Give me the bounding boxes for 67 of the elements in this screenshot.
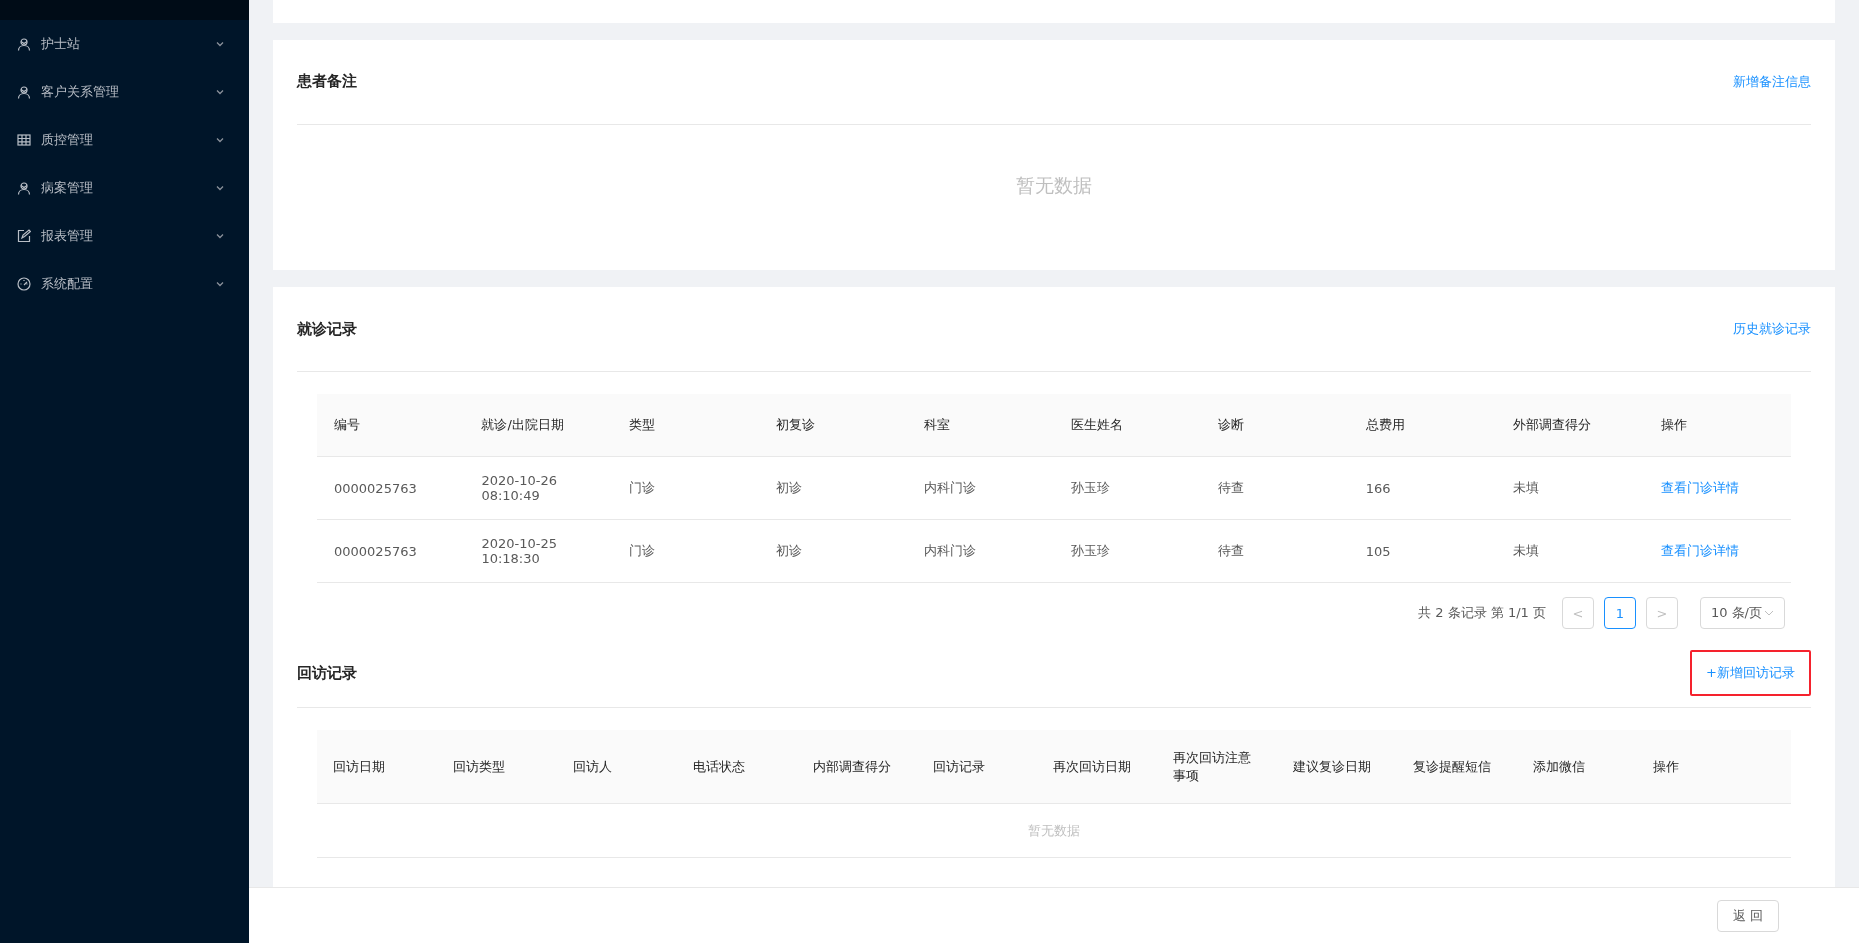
column-header: 总费用 — [1348, 394, 1497, 457]
column-header: 初复诊 — [759, 394, 907, 457]
table-cell: 初诊 — [759, 519, 907, 583]
column-header: 回访记录 — [917, 730, 1037, 804]
sidebar-item[interactable]: 报表管理 — [0, 212, 249, 260]
people-icon — [17, 85, 31, 99]
table-cell: 孙玉珍 — [1053, 519, 1202, 583]
table-cell: 未填 — [1496, 456, 1644, 520]
column-header: 回访人 — [557, 730, 677, 804]
pagination-summary: 共 2 条记录 第 1/1 页 — [1418, 604, 1546, 622]
sidebar-item[interactable]: 病案管理 — [0, 164, 249, 212]
empty-message: 暂无数据 — [317, 803, 1791, 858]
table-cell: 166 — [1348, 456, 1497, 520]
sidebar-item[interactable]: 护士站 — [0, 20, 249, 68]
edit-icon — [17, 229, 31, 243]
table-icon — [17, 133, 31, 147]
chevron-down-icon — [215, 183, 225, 193]
table-cell: 门诊 — [611, 456, 760, 520]
column-header: 操作 — [1637, 730, 1791, 804]
gauge-icon — [17, 277, 31, 291]
table-cell: 初诊 — [759, 456, 907, 520]
chevron-down-icon — [215, 39, 225, 49]
chevron-down-icon — [215, 135, 225, 145]
table-cell: 待查 — [1201, 456, 1349, 520]
column-header: 回访类型 — [437, 730, 557, 804]
table-cell: 0000025763 — [317, 456, 465, 520]
column-header: 科室 — [906, 394, 1054, 457]
table-cell: 孙玉珍 — [1053, 456, 1202, 520]
table-cell: 门诊 — [611, 519, 760, 583]
table-cell: 内科门诊 — [906, 456, 1054, 520]
empty-message: 暂无数据 — [1015, 172, 1093, 198]
table-cell: 内科门诊 — [906, 519, 1054, 583]
table-cell: 0000025763 — [317, 519, 465, 583]
column-header: 建议复诊日期 — [1277, 730, 1397, 804]
column-header: 内部调查得分 — [797, 730, 917, 804]
section-title: 患者备注 — [297, 72, 357, 92]
people-icon — [17, 181, 31, 195]
column-header: 医生姓名 — [1053, 394, 1202, 457]
section-title: 回访记录 — [297, 663, 357, 683]
column-header: 添加微信 — [1517, 730, 1637, 804]
column-header: 回访日期 — [317, 730, 437, 804]
sidebar-item[interactable]: 客户关系管理 — [0, 68, 249, 116]
column-header: 复诊提醒短信 — [1397, 730, 1517, 804]
column-header: 诊断 — [1201, 394, 1349, 457]
chevron-down-icon — [1764, 608, 1774, 618]
column-header: 外部调查得分 — [1496, 394, 1644, 457]
table-cell: 2020-10-25 10:18:30 — [464, 519, 612, 583]
back-button[interactable]: 返 回 — [1716, 899, 1779, 932]
table-cell: 2020-10-26 08:10:49 — [464, 456, 612, 520]
chevron-down-icon — [215, 87, 225, 97]
column-header: 再次回访日期 — [1037, 730, 1157, 804]
people-icon — [17, 37, 31, 51]
column-header: 类型 — [611, 394, 760, 457]
chevron-down-icon — [215, 279, 225, 289]
page-size-select[interactable]: 10 条/页 — [1699, 597, 1785, 629]
column-header: 再次回访注意事项 — [1157, 730, 1277, 804]
column-header: 操作 — [1643, 394, 1791, 457]
sidebar-item[interactable]: 系统配置 — [0, 260, 249, 308]
table-cell: 未填 — [1496, 519, 1644, 583]
column-header: 编号 — [317, 394, 465, 457]
column-header: 就诊/出院日期 — [464, 394, 612, 457]
column-header: 电话状态 — [677, 730, 797, 804]
section-title: 就诊记录 — [297, 319, 357, 339]
sidebar-item[interactable]: 质控管理 — [0, 116, 249, 164]
table-cell: 待查 — [1201, 519, 1349, 583]
table-cell: 105 — [1348, 519, 1497, 583]
chevron-down-icon — [215, 231, 225, 241]
